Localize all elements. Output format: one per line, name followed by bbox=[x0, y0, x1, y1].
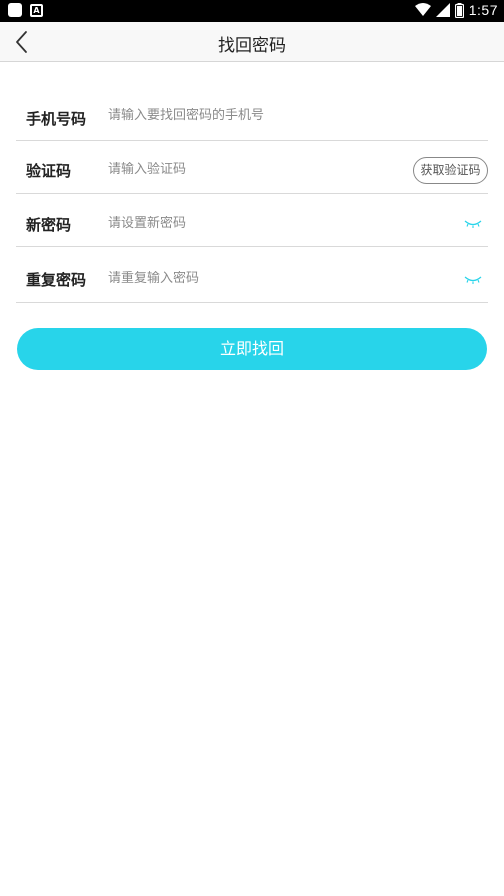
status-time: 1:57 bbox=[468, 2, 498, 18]
status-left-icons: A bbox=[8, 3, 43, 17]
repeat-password-input[interactable] bbox=[108, 271, 398, 286]
eye-closed-icon[interactable] bbox=[464, 275, 482, 285]
phone-row: 手机号码 bbox=[16, 94, 488, 141]
get-code-button[interactable]: 获取验证码 bbox=[413, 157, 488, 184]
wifi-icon bbox=[414, 3, 431, 16]
eye-closed-icon[interactable] bbox=[464, 219, 482, 229]
repeat-password-row: 重复密码 bbox=[16, 247, 488, 303]
a-icon: A bbox=[30, 3, 43, 17]
page-title: 找回密码 bbox=[218, 36, 286, 56]
phone-input[interactable] bbox=[108, 108, 398, 123]
code-input[interactable] bbox=[108, 162, 328, 177]
nav-header: 找回密码 bbox=[0, 22, 504, 62]
new-password-input[interactable] bbox=[108, 216, 398, 231]
battery-icon bbox=[454, 2, 464, 18]
repeat-password-label: 重复密码 bbox=[26, 271, 87, 289]
code-label: 验证码 bbox=[26, 162, 72, 180]
submit-button[interactable]: 立即找回 bbox=[17, 328, 487, 370]
new-password-label: 新密码 bbox=[26, 216, 72, 234]
phone-label: 手机号码 bbox=[26, 110, 87, 128]
code-row: 验证码 获取验证码 bbox=[16, 141, 488, 194]
new-password-row: 新密码 bbox=[16, 194, 488, 247]
status-bar: A 1:57 bbox=[0, 0, 504, 22]
app-icon bbox=[8, 3, 22, 17]
status-right-icons: 1:57 bbox=[414, 2, 498, 18]
signal-icon bbox=[435, 3, 450, 17]
